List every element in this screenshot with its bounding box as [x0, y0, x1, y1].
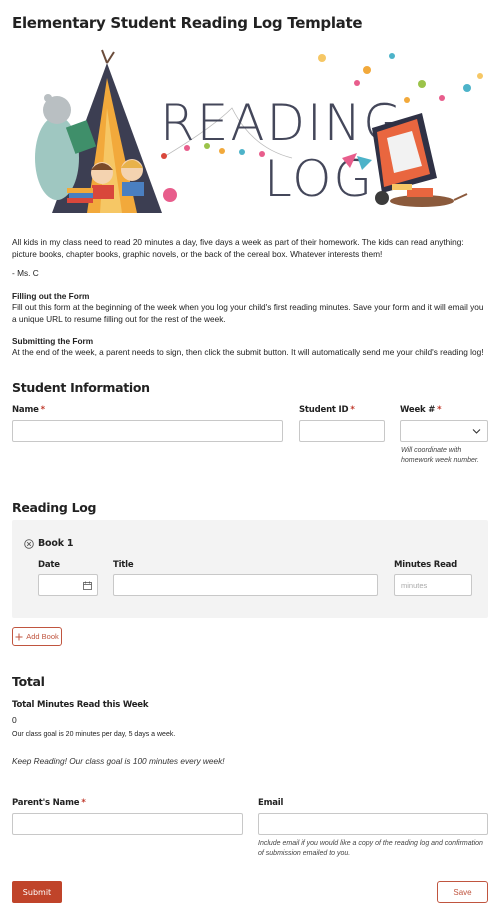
page-title: Elementary Student Reading Log Template: [12, 14, 363, 32]
minutes-label: Minutes Read: [394, 560, 458, 570]
name-label: Name *: [12, 405, 45, 415]
intro-paragraph: All kids in my class need to read 20 min…: [12, 237, 464, 259]
email-hint: Include email if you would like a copy o…: [258, 840, 483, 857]
reading-log-heading: Reading Log: [12, 500, 97, 515]
calendar-icon[interactable]: [83, 581, 92, 590]
submitting-heading: Submitting the Form: [12, 336, 94, 346]
name-input[interactable]: [12, 420, 283, 442]
week-label: Week # *: [400, 405, 442, 415]
teacher-signature: - Ms. C: [12, 268, 39, 278]
student-id-input[interactable]: [299, 420, 385, 442]
book-title: Book 1: [38, 538, 74, 549]
parent-name-label: Parent's Name *: [12, 798, 86, 808]
plus-icon: [15, 633, 23, 640]
encouragement-text: Keep Reading! Our class goal is 100 minu…: [12, 756, 225, 766]
save-button[interactable]: Save: [437, 881, 488, 903]
email-label: Email: [258, 798, 284, 808]
student-id-label: Student ID *: [299, 405, 355, 415]
submit-button[interactable]: Submit: [12, 881, 62, 903]
date-label: Date: [38, 560, 60, 570]
minutes-placeholder: minutes: [401, 581, 428, 590]
week-select[interactable]: [400, 420, 488, 442]
email-input[interactable]: [258, 813, 488, 835]
parent-name-input[interactable]: [12, 813, 243, 835]
week-hint: Will coordinate with homework week numbe…: [401, 447, 479, 464]
filling-heading: Filling out the Form: [12, 291, 90, 301]
add-book-label: Add Book: [26, 632, 59, 641]
reading-log-banner: READING LOG: [35, 49, 483, 213]
chevron-down-icon: [472, 429, 481, 434]
class-goal-note: Our class goal is 20 minutes per day, 5 …: [12, 731, 176, 738]
date-input[interactable]: [38, 574, 98, 596]
total-heading: Total: [12, 674, 45, 689]
hero-word-log: LOG: [264, 150, 374, 208]
title-label: Title: [113, 560, 134, 570]
student-info-heading: Student Information: [12, 380, 150, 395]
submitting-text: At the end of the week, a parent needs t…: [12, 347, 484, 357]
filling-text: Fill out this form at the beginning of t…: [12, 302, 484, 324]
remove-book-icon[interactable]: [24, 539, 34, 549]
add-book-button[interactable]: Add Book: [12, 627, 62, 646]
book-title-input[interactable]: [113, 574, 378, 596]
total-minutes-value: 0: [12, 715, 17, 725]
total-minutes-label: Total Minutes Read this Week: [12, 700, 149, 710]
hero-word-reading: READING: [160, 94, 404, 152]
book-entry-panel: Book 1 Date Title Minutes Read minutes: [12, 520, 488, 618]
minutes-input[interactable]: minutes: [394, 574, 472, 596]
